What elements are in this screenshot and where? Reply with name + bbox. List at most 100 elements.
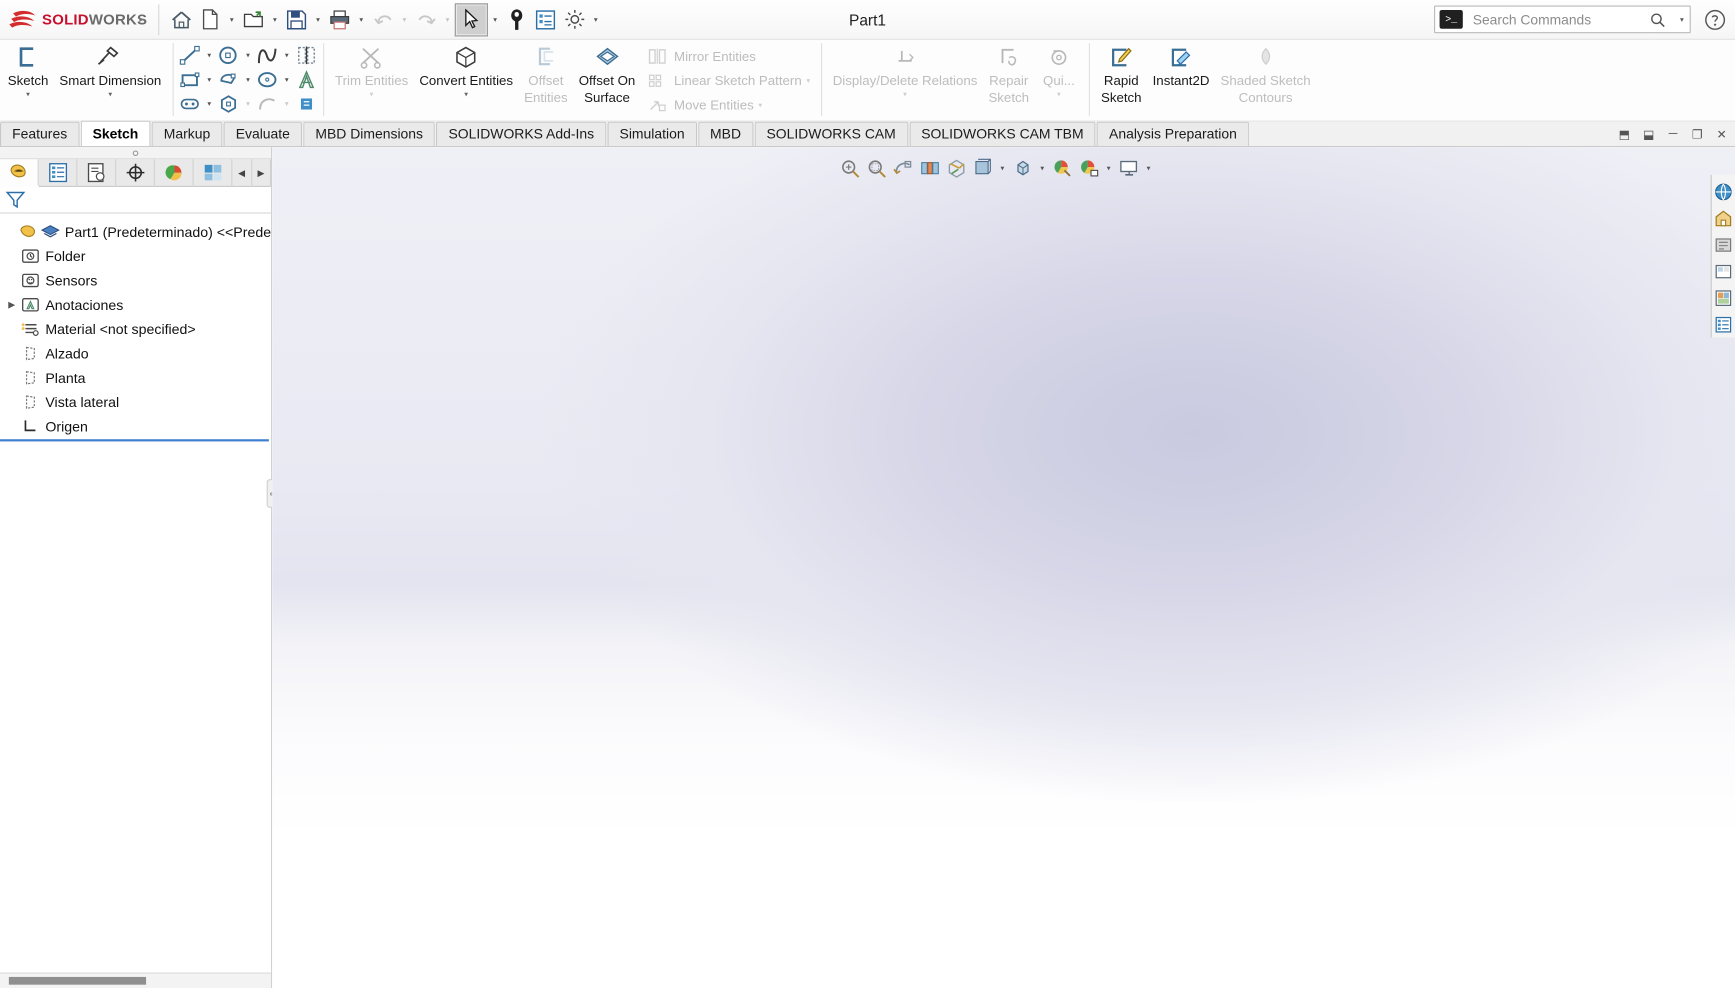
tab-solidworks-cam-tbm[interactable]: SOLIDWORKS CAM TBM	[909, 121, 1096, 147]
hide-show-caret-icon[interactable]: ▾	[1036, 156, 1049, 180]
circle-caret-icon[interactable]: ▾	[242, 43, 254, 67]
scrollbar-thumb[interactable]	[8, 976, 147, 985]
convert-entities-button[interactable]: Convert Entities ▾	[414, 40, 519, 99]
rapid-sketch-button[interactable]: Rapid Sketch	[1095, 40, 1147, 106]
display-delete-relations-caret-icon[interactable]: ▾	[903, 91, 907, 99]
linear-sketch-pattern-row[interactable]: Linear Sketch Pattern ▾	[645, 69, 815, 93]
magnifier-tool-icon[interactable]	[502, 3, 531, 36]
offset-on-surface-button[interactable]: Offset On Surface	[573, 40, 641, 106]
manager-tabs-scroll-right[interactable]: ▶	[252, 158, 272, 187]
file-explorer-icon[interactable]	[1711, 231, 1735, 258]
tree-filter-bar[interactable]	[0, 186, 272, 214]
design-library-icon[interactable]	[1711, 205, 1735, 232]
repair-sketch-button[interactable]: Repair Sketch	[983, 40, 1035, 106]
mirror-entities-row[interactable]: Mirror Entities	[645, 44, 815, 68]
search-caret-icon[interactable]: ▾	[1674, 15, 1689, 24]
smart-dimension-dropdown-caret-icon[interactable]: ▾	[108, 91, 112, 99]
ellipse-caret-icon[interactable]: ▾	[281, 67, 293, 91]
tree-horizontal-scrollbar[interactable]	[0, 972, 272, 988]
save-caret-icon[interactable]: ▾	[311, 3, 325, 36]
instant2d-button[interactable]: Instant2D	[1147, 40, 1215, 90]
tab-features[interactable]: Features	[0, 121, 80, 147]
property-manager-tab[interactable]	[39, 158, 78, 187]
graphics-area[interactable]: ▾ ▾ ▾ ▾ y	[272, 147, 1735, 988]
arc-icon[interactable]	[254, 92, 281, 116]
convert-entities-caret-icon[interactable]: ▾	[464, 91, 468, 99]
rectangle-caret-icon[interactable]: ▾	[203, 67, 215, 91]
tab-solidworks-cam[interactable]: SOLIDWORKS CAM	[754, 121, 908, 147]
tab-markup[interactable]: Markup	[151, 121, 223, 147]
configuration-manager-tab[interactable]	[77, 158, 117, 187]
custom-properties-icon[interactable]	[1711, 311, 1735, 338]
zoom-to-area-icon[interactable]	[863, 156, 890, 180]
text-a-icon[interactable]	[293, 67, 320, 91]
tree-item-planta[interactable]: Planta	[0, 365, 271, 389]
ellipse-icon[interactable]	[254, 67, 281, 91]
tab-mbd[interactable]: MBD	[697, 121, 754, 147]
view-palette-icon[interactable]	[1711, 258, 1735, 285]
tree-rollback-bar[interactable]	[0, 439, 269, 442]
mirror-plane-icon[interactable]	[293, 43, 320, 67]
new-document-icon[interactable]	[196, 3, 225, 36]
tab-solidworks-add-ins[interactable]: SOLIDWORKS Add-Ins	[436, 121, 607, 147]
solidworks-logo[interactable]: SOLIDWORKS	[0, 0, 147, 39]
minimize-icon[interactable]: ─	[1664, 125, 1682, 143]
smart-dimension-button[interactable]: Smart Dimension ▾	[54, 40, 167, 99]
tree-item-vista-lateral[interactable]: Vista lateral	[0, 389, 271, 413]
hexagon-icon[interactable]	[215, 92, 242, 116]
search-commands-box[interactable]: >_ Search Commands ▾	[1434, 5, 1691, 34]
tree-item-part1[interactable]: Part1 (Predeterminado) <<Prede	[0, 219, 271, 243]
apply-scene-caret-icon[interactable]: ▾	[1102, 156, 1115, 180]
section-view-icon[interactable]	[916, 156, 943, 180]
display-style-icon[interactable]	[969, 156, 996, 180]
quick-snaps-caret-icon[interactable]: ▾	[1057, 91, 1061, 99]
shaded-sketch-contours-button[interactable]: Shaded Sketch Contours	[1215, 40, 1316, 106]
edit-appearance-icon[interactable]	[1049, 156, 1076, 180]
open-folder-icon[interactable]	[239, 3, 268, 36]
spline-icon[interactable]	[254, 43, 281, 67]
hide-show-items-icon[interactable]	[1009, 156, 1036, 180]
dimxpert-manager-tab[interactable]	[116, 158, 155, 187]
home-icon[interactable]	[167, 3, 196, 36]
tree-item-folder[interactable]: Folder	[0, 243, 271, 267]
solidworks-resources-icon[interactable]	[1711, 178, 1735, 205]
move-entities-caret-icon[interactable]: ▾	[754, 101, 767, 110]
help-icon[interactable]	[1704, 9, 1728, 33]
trim-entities-button[interactable]: Trim Entities ▾	[329, 40, 413, 99]
addins-manager-tab[interactable]	[194, 158, 233, 187]
feature-manager-tab[interactable]	[0, 158, 39, 187]
display-manager-tab[interactable]	[155, 158, 194, 187]
logo-expand-caret-icon[interactable]: ▸	[133, 0, 151, 39]
sketch-dropdown-caret-icon[interactable]: ▾	[26, 91, 30, 99]
polygon-slot-icon[interactable]	[215, 67, 242, 91]
trim-entities-caret-icon[interactable]: ▾	[370, 91, 374, 99]
tree-item-material[interactable]: Material <not specified>	[0, 316, 271, 340]
circle-icon[interactable]	[215, 43, 242, 67]
polygon-caret-icon[interactable]: ▾	[242, 67, 254, 91]
blue-block-icon[interactable]	[293, 92, 320, 116]
line-icon[interactable]	[177, 43, 204, 67]
select-caret-icon[interactable]: ▾	[488, 3, 502, 36]
move-entities-row[interactable]: Move Entities ▾	[645, 93, 815, 117]
manager-tabs-scroll-left[interactable]: ◀	[232, 158, 252, 187]
display-delete-relations-button[interactable]: Display/Delete Relations ▾	[827, 40, 983, 99]
panel-collapse-handle[interactable]	[0, 147, 272, 160]
tab-mbd-dimensions[interactable]: MBD Dimensions	[303, 121, 436, 147]
apply-scene-icon[interactable]	[1076, 156, 1103, 180]
open-folder-caret-icon[interactable]: ▾	[268, 3, 282, 36]
line-caret-icon[interactable]: ▾	[203, 43, 215, 67]
quick-snaps-button[interactable]: Qui... ▾	[1035, 40, 1084, 99]
display-style-caret-icon[interactable]: ▾	[996, 156, 1009, 180]
slot-icon[interactable]	[177, 92, 204, 116]
view-settings-icon[interactable]	[1115, 156, 1142, 180]
options-caret-icon[interactable]: ▾	[589, 3, 603, 36]
anotaciones-expander-icon[interactable]: ▶	[4, 299, 18, 309]
redo-caret-icon[interactable]: ▾	[440, 3, 454, 36]
view-orientation-icon[interactable]	[943, 156, 970, 180]
close-icon[interactable]: ✕	[1713, 125, 1731, 143]
restore-pane-right-icon[interactable]: ⬓	[1640, 125, 1658, 143]
tab-analysis-preparation[interactable]: Analysis Preparation	[1096, 121, 1250, 147]
undo-caret-icon[interactable]: ▾	[397, 3, 411, 36]
tree-item-anotaciones[interactable]: ▶ Anotaciones	[0, 292, 271, 316]
slot-caret-icon[interactable]: ▾	[203, 92, 215, 116]
